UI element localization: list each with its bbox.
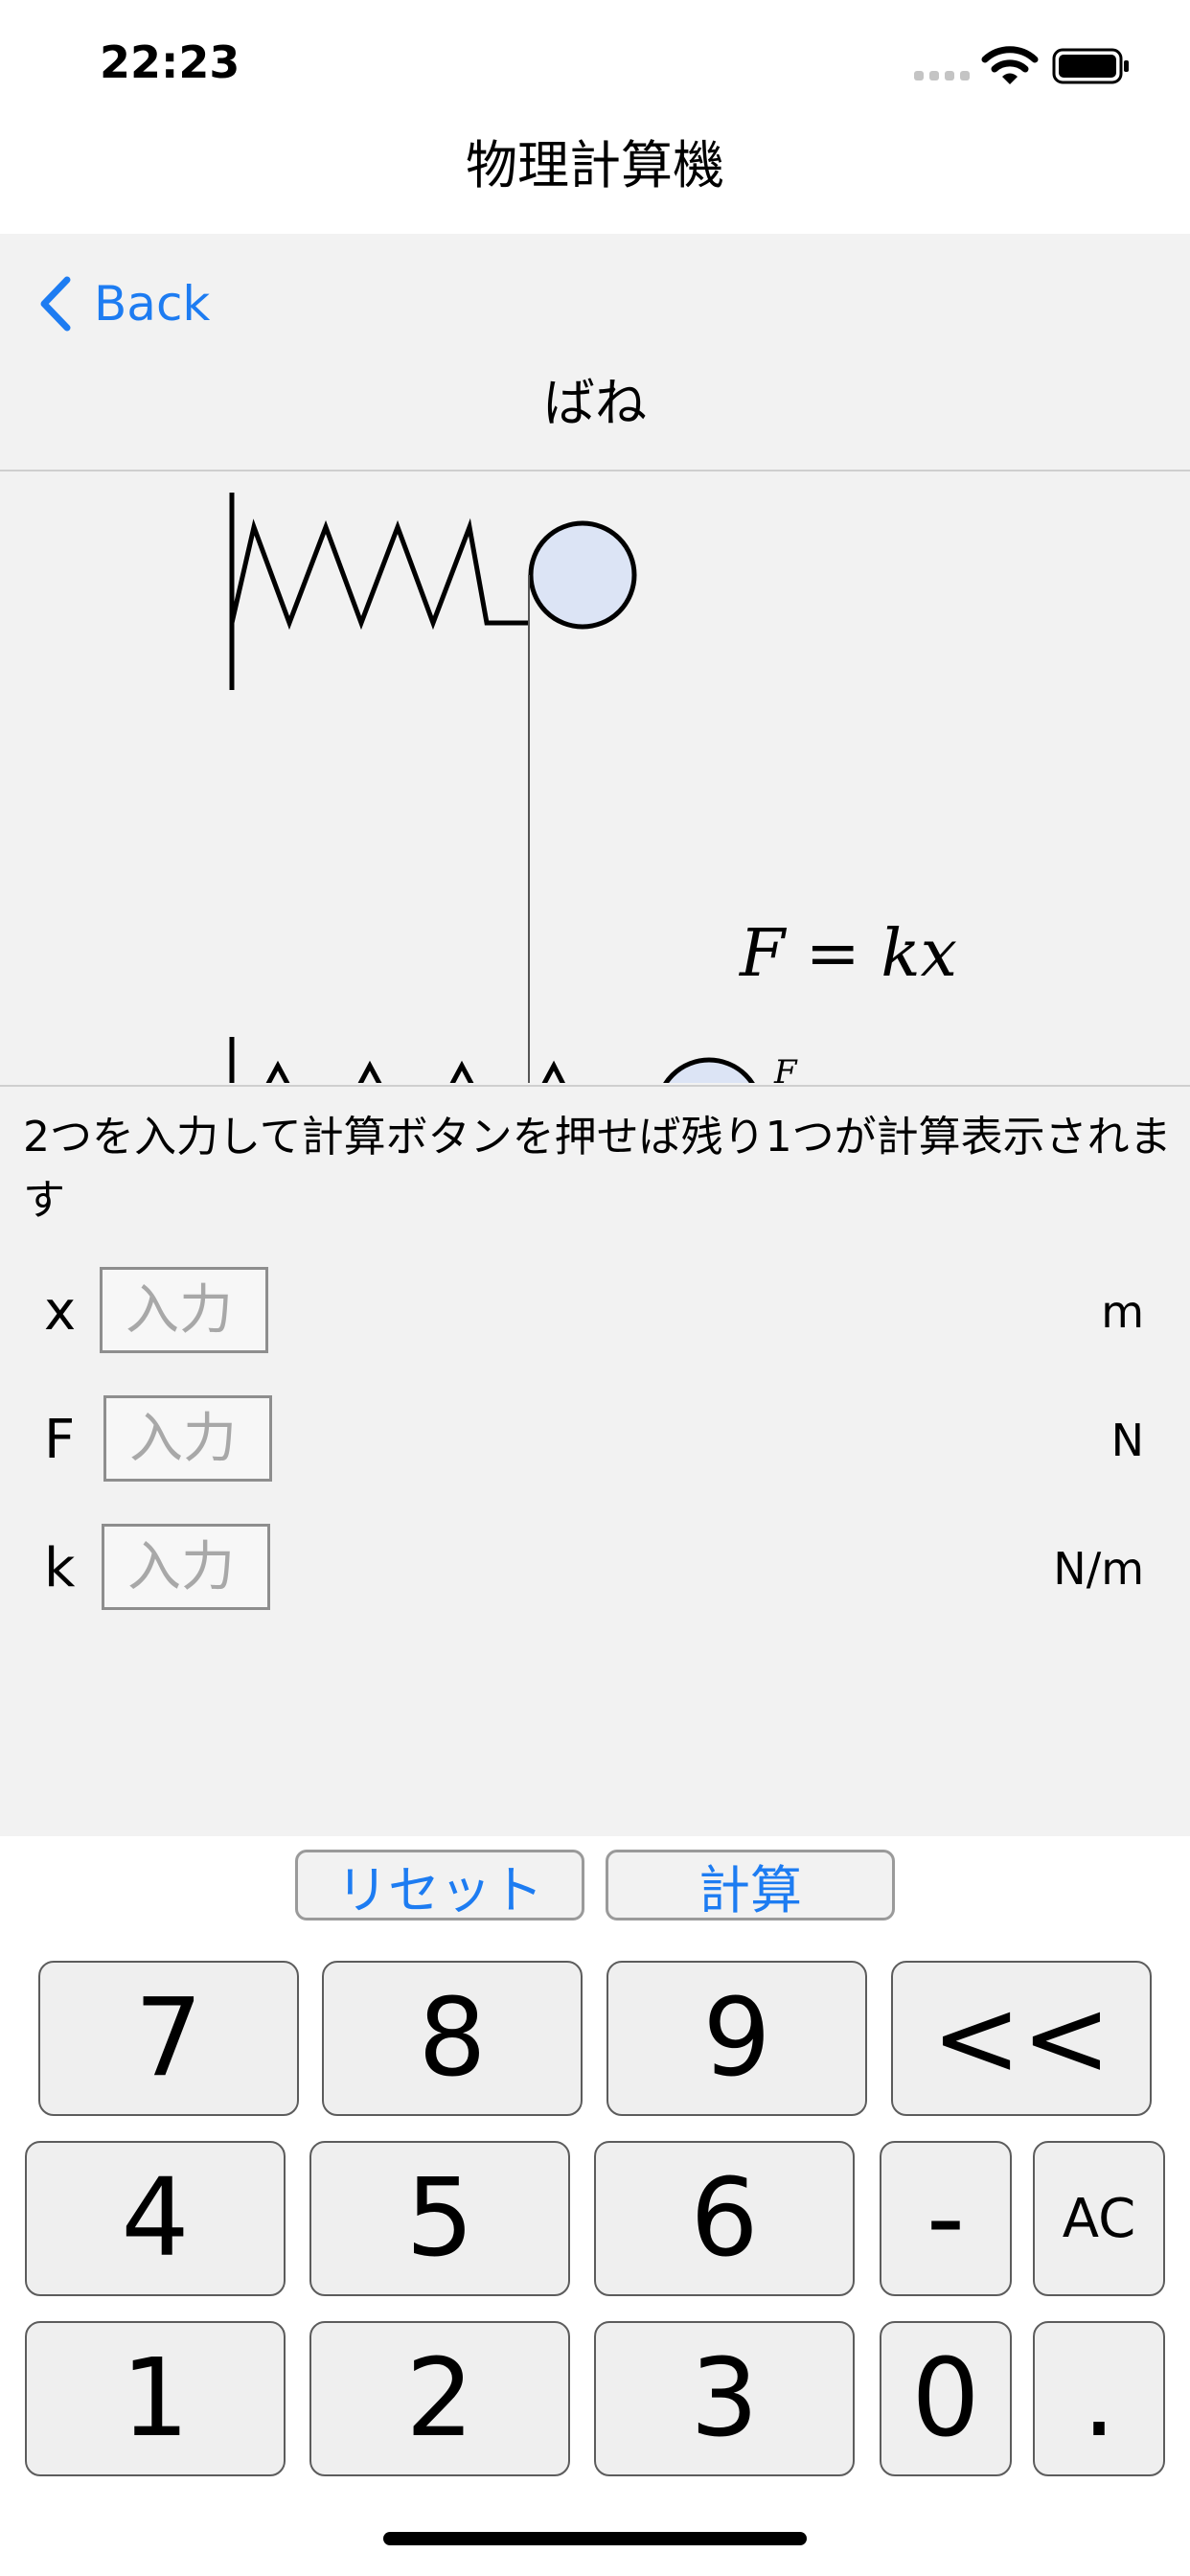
status-time: 22:23: [100, 36, 240, 88]
key-3[interactable]: 3: [594, 2321, 855, 2476]
key-1[interactable]: 1: [25, 2321, 286, 2476]
cellular-signal-icon: [914, 71, 970, 80]
field-row-x: x m: [0, 1267, 1190, 1353]
spring-diagram: F x F = kx: [229, 493, 957, 1083]
key-6[interactable]: 6: [594, 2141, 855, 2296]
battery-icon: [1052, 48, 1129, 84]
force-label: F: [773, 1053, 798, 1083]
key-backspace[interactable]: <<: [891, 1961, 1152, 2116]
wifi-icon: [981, 46, 1039, 84]
screen-title: ばね: [543, 373, 647, 433]
key-all-clear[interactable]: AC: [1033, 2141, 1165, 2296]
key-decimal[interactable]: .: [1033, 2321, 1165, 2476]
top-spring: [229, 518, 529, 631]
back-button-label: Back: [94, 276, 211, 332]
key-4[interactable]: 4: [25, 2141, 286, 2296]
instructions-text: 2つを入力して計算ボタンを押せば残り1つが計算表示されます: [23, 1113, 1172, 1225]
key-9[interactable]: 9: [606, 1961, 867, 2116]
field-label-x: x: [44, 1280, 77, 1343]
key-5[interactable]: 5: [309, 2141, 570, 2296]
bottom-spring: [265, 1060, 566, 1083]
chevron-left-icon: [40, 276, 71, 332]
field-label-f: F: [44, 1409, 76, 1471]
f-input[interactable]: [103, 1395, 272, 1482]
k-input[interactable]: [102, 1524, 270, 1610]
divider: [0, 1085, 1190, 1087]
field-label-k: k: [44, 1537, 76, 1599]
key-7[interactable]: 7: [38, 1961, 299, 2116]
field-row-f: F N: [0, 1395, 1190, 1482]
status-bar: 22:23: [0, 0, 1190, 134]
formula: F = kx: [738, 916, 957, 992]
calculate-button[interactable]: 計算: [606, 1850, 895, 1920]
app-title: 物理計算機: [466, 135, 724, 196]
home-indicator[interactable]: [383, 2532, 807, 2545]
reset-button[interactable]: リセット: [295, 1850, 584, 1920]
key-8[interactable]: 8: [322, 1961, 583, 2116]
bottom-mass: [663, 1057, 755, 1083]
key-0[interactable]: 0: [880, 2321, 1012, 2476]
content-area: Back ばね F x F = kx 2つを入力して計算ボタンを押せば残り1つが…: [0, 234, 1190, 1836]
field-unit-k: N/m: [1053, 1543, 1144, 1595]
key-minus[interactable]: -: [880, 2141, 1012, 2296]
top-mass: [528, 520, 637, 630]
field-unit-x: m: [1101, 1286, 1144, 1338]
key-2[interactable]: 2: [309, 2321, 570, 2476]
field-row-k: k N/m: [0, 1524, 1190, 1610]
back-button[interactable]: Back: [36, 270, 210, 337]
x-input[interactable]: [100, 1267, 268, 1353]
field-unit-f: N: [1110, 1414, 1144, 1466]
